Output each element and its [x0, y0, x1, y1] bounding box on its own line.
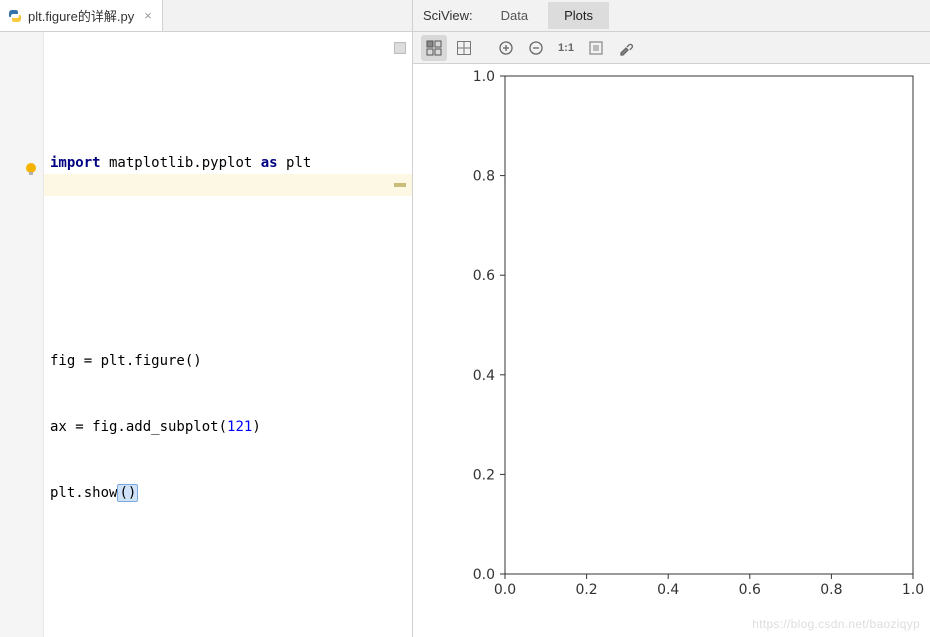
code-token: fig = plt.figure() — [50, 353, 202, 369]
eyedropper-icon[interactable] — [613, 35, 639, 61]
editor-gutter — [0, 32, 44, 637]
editor-pane: plt.figure的详解.py × import matplotlib.pyp… — [0, 0, 413, 637]
zoom-in-icon[interactable] — [493, 35, 519, 61]
code-token: plt — [278, 155, 312, 171]
editor-tab-bar: plt.figure的详解.py × — [0, 0, 412, 32]
svg-text:0.2: 0.2 — [473, 467, 495, 483]
code-area[interactable]: import matplotlib.pyplot as plt fig = pl… — [44, 32, 412, 637]
intention-bulb-icon[interactable] — [24, 162, 38, 176]
zoom-out-icon[interactable] — [523, 35, 549, 61]
tab-data[interactable]: Data — [485, 2, 544, 29]
actual-size-button[interactable]: 1:1 — [553, 35, 579, 61]
python-file-icon — [8, 9, 22, 23]
code-token: import — [50, 155, 101, 171]
fit-window-icon[interactable] — [583, 35, 609, 61]
watermark-text: https://blog.csdn.net/baoziqyp — [752, 617, 920, 631]
svg-text:0.2: 0.2 — [575, 582, 597, 598]
code-token-selected: () — [117, 484, 138, 502]
sciview-title: SciView: — [423, 8, 481, 23]
thumbnail-grid-icon[interactable] — [421, 35, 447, 61]
sciview-toolbar: 1:1 — [413, 32, 930, 64]
sciview-pane: SciView: Data Plots — [413, 0, 930, 637]
sciview-header: SciView: Data Plots — [413, 0, 930, 32]
svg-text:0.0: 0.0 — [473, 567, 495, 583]
tab-plots[interactable]: Plots — [548, 2, 609, 29]
svg-text:1.0: 1.0 — [902, 582, 924, 598]
svg-text:0.8: 0.8 — [820, 582, 842, 598]
editor-body: import matplotlib.pyplot as plt fig = pl… — [0, 32, 412, 637]
svg-text:0.4: 0.4 — [657, 582, 679, 598]
file-tab-name: plt.figure的详解.py — [28, 6, 134, 25]
grid-icon[interactable] — [451, 35, 477, 61]
code-token: ax — [50, 419, 67, 435]
code-token: = fig.add_subplot( — [67, 419, 227, 435]
code-token: 121 — [227, 419, 252, 435]
svg-text:0.6: 0.6 — [739, 582, 761, 598]
code-token: matplotlib.pyplot — [101, 155, 261, 171]
code-token: ) — [252, 419, 260, 435]
code-token: plt.show — [50, 485, 117, 501]
actual-size-label: 1:1 — [558, 42, 574, 54]
plot-area[interactable]: 0.0 0.2 0.4 0.6 0.8 1.0 0.0 0.2 0.4 0.6 0.8 1.0 htt… — [413, 64, 930, 637]
code-token: as — [261, 155, 278, 171]
file-tab[interactable]: plt.figure的详解.py × — [0, 0, 163, 31]
svg-text:0.6: 0.6 — [473, 268, 495, 284]
svg-text:0.8: 0.8 — [473, 169, 495, 185]
code-analysis-indicator[interactable] — [394, 42, 406, 54]
svg-text:1.0: 1.0 — [473, 69, 495, 85]
svg-text:0.4: 0.4 — [473, 368, 495, 384]
close-tab-icon[interactable]: × — [144, 8, 152, 23]
svg-text:0.0: 0.0 — [494, 582, 516, 598]
plot-canvas: 0.0 0.2 0.4 0.6 0.8 1.0 0.0 0.2 0.4 0.6 0.8 1.0 — [413, 64, 930, 637]
